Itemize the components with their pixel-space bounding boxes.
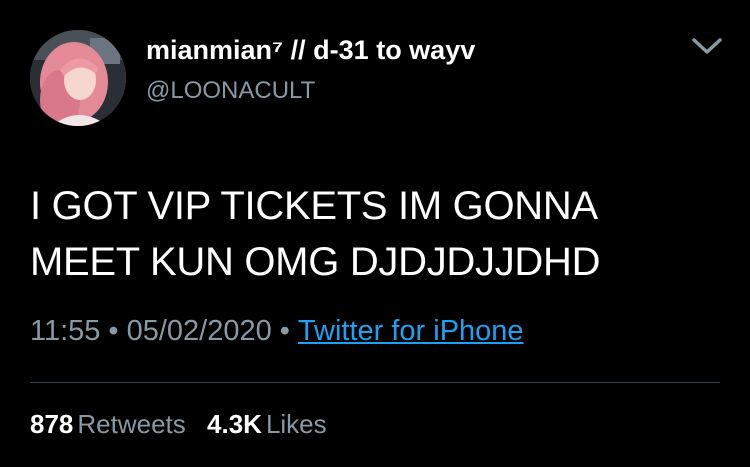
retweets-label: Retweets [77,409,186,439]
separator-dot: • [279,315,290,347]
separator-dot: • [108,315,119,347]
tweet-date[interactable]: 05/02/2020 [127,315,272,347]
display-name[interactable]: mianmian⁷ // d-31 to wayv [146,34,475,66]
likes-label: Likes [265,409,327,439]
user-info: mianmian⁷ // d-31 to wayv @LOONACULT [146,34,475,106]
tweet-metadata: 11:55 • 05/02/2020 • Twitter for iPhone [30,313,524,349]
divider [30,382,720,383]
tweet-text: I GOT VIP TICKETS IM GONNA MEET KUN OMG … [30,178,720,290]
avatar[interactable] [30,30,126,126]
tweet-text-line: MEET KUN OMG DJDJDJJDHD [30,240,601,284]
tweet-stats: 878 Retweets 4.3K Likes [30,407,327,441]
chevron-down-icon[interactable] [690,32,724,60]
likes-count: 4.3K [207,409,262,439]
tweet-card: mianmian⁷ // d-31 to wayv @LOONACULT I G… [0,0,750,467]
retweets-stat[interactable]: 878 Retweets [30,409,193,439]
retweets-count: 878 [30,409,74,439]
tweet-time[interactable]: 11:55 [30,315,100,347]
tweet-text-line: I GOT VIP TICKETS IM GONNA [30,184,598,228]
tweet-source-link[interactable]: Twitter for iPhone [298,315,524,347]
likes-stat[interactable]: 4.3K Likes [207,409,327,439]
avatar-image [30,30,126,126]
user-handle[interactable]: @LOONACULT [146,76,475,106]
